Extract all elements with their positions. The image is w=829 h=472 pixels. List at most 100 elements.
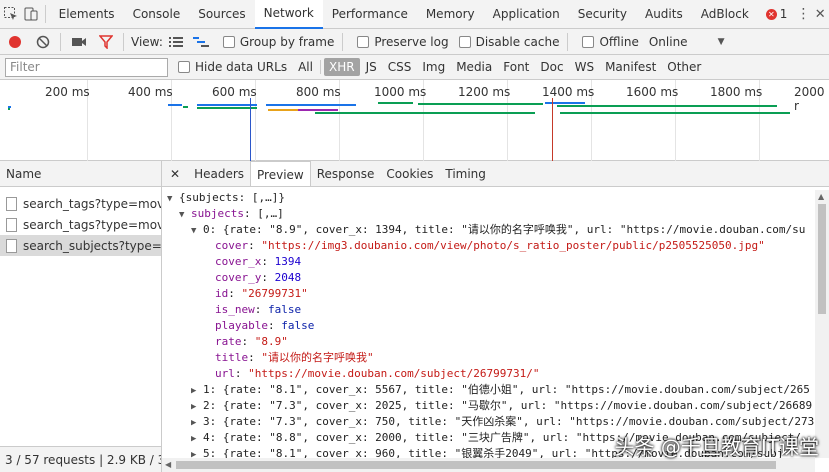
name-column-header[interactable]: Name: [0, 161, 161, 187]
request-row[interactable]: search_tags?type=movi...: [0, 193, 161, 214]
capture-screenshots-icon[interactable]: [65, 27, 93, 56]
json-key: cover_x: [215, 255, 262, 268]
throttling-select[interactable]: Online: [649, 35, 688, 49]
error-counter[interactable]: ✕ 1: [758, 7, 796, 21]
tab-timing[interactable]: Timing: [439, 161, 492, 186]
tab-memory[interactable]: Memory: [417, 0, 484, 29]
tab-security[interactable]: Security: [569, 0, 636, 29]
timeline-overview[interactable]: 200 ms 400 ms 600 ms 800 ms 1000 ms 1200…: [0, 80, 829, 161]
horizontal-scrollbar[interactable]: ◀: [162, 458, 815, 472]
offline-checkbox[interactable]: Offline: [582, 34, 639, 49]
json-key: subjects: [191, 207, 244, 220]
expand-triangle-icon[interactable]: ▶: [191, 447, 203, 458]
waterfall-bar: [298, 109, 338, 111]
filter-doc[interactable]: Doc: [535, 58, 568, 76]
expand-triangle-icon[interactable]: ▶: [191, 415, 203, 431]
filter-other[interactable]: Other: [662, 58, 706, 76]
checkbox-box: [357, 35, 370, 48]
tick-label: 1200 ms: [458, 85, 511, 99]
divider: [567, 32, 569, 51]
json-value: false: [281, 319, 315, 332]
json-key: url: [215, 367, 235, 380]
status-bar: 3 / 57 requests | 2.9 KB / 3...: [0, 446, 161, 472]
chevron-down-icon[interactable]: ▼: [718, 37, 725, 47]
scroll-thumb[interactable]: [176, 461, 776, 469]
close-devtools-icon[interactable]: ✕: [812, 0, 829, 29]
checkbox-label: Preserve log: [374, 34, 449, 49]
load-event-marker: [552, 98, 553, 161]
json-node[interactable]: ▼ subjects: [,…]: [162, 206, 815, 222]
filter-media[interactable]: Media: [451, 58, 497, 76]
inspect-element-icon[interactable]: [0, 0, 22, 29]
json-node[interactable]: ▶ 1: {rate: "8.1", cover_x: 5567, title: …: [162, 382, 815, 398]
expand-triangle-icon[interactable]: ▼: [167, 191, 179, 207]
json-property: title: "请以你的名字呼唤我": [215, 351, 374, 364]
clear-icon[interactable]: [30, 27, 56, 56]
tab-audits[interactable]: Audits: [636, 0, 692, 29]
more-options-icon[interactable]: ⋮: [795, 0, 811, 29]
json-key: rate: [215, 335, 242, 348]
expand-triangle-icon[interactable]: ▼: [179, 207, 191, 223]
scroll-thumb[interactable]: [818, 204, 826, 314]
json-preview[interactable]: ▼ {subjects: [,…]} ▼ subjects: [,…] ▼ 0: {r…: [162, 190, 815, 458]
expand-triangle-icon[interactable]: ▼: [191, 223, 203, 239]
divider: [319, 60, 321, 74]
checkbox-label: Offline: [599, 34, 639, 49]
request-row-selected[interactable]: search_subjects?type=...: [0, 235, 161, 256]
filter-xhr[interactable]: XHR: [323, 58, 360, 76]
divider: [44, 5, 46, 23]
tab-sources[interactable]: Sources: [189, 0, 254, 29]
waterfall-overview-icon[interactable]: [189, 27, 213, 56]
json-key: title: [215, 351, 249, 364]
tab-headers[interactable]: Headers: [188, 161, 250, 186]
tick-label: 400 ms: [128, 85, 173, 99]
tab-console[interactable]: Console: [124, 0, 190, 29]
expand-triangle-icon[interactable]: ▶: [191, 399, 203, 415]
checkbox-box: [458, 35, 471, 48]
request-row[interactable]: search_tags?type=movi...: [0, 214, 161, 235]
vertical-scrollbar[interactable]: ▲: [815, 190, 829, 458]
scroll-left-icon[interactable]: ◀: [165, 460, 171, 469]
json-node[interactable]: ▶ 3: {rate: "7.3", cover_x: 750, title: "…: [162, 414, 815, 430]
filter-font[interactable]: Font: [498, 58, 534, 76]
disable-cache-checkbox[interactable]: Disable cache: [458, 35, 559, 49]
tab-application[interactable]: Application: [484, 0, 569, 29]
tab-response[interactable]: Response: [311, 161, 381, 186]
json-property: cover_y: 2048: [215, 271, 302, 284]
dom-content-loaded-marker: [250, 98, 251, 161]
request-detail: ✕ Headers Preview Response Cookies Timin…: [162, 161, 829, 472]
device-toolbar-icon[interactable]: [22, 0, 41, 29]
filter-css[interactable]: CSS: [383, 58, 417, 76]
json-value: 1394: [274, 255, 302, 268]
hide-data-urls-checkbox[interactable]: Hide data URLs: [178, 60, 287, 74]
filter-input[interactable]: [5, 57, 168, 77]
waterfall-bar: [168, 104, 182, 106]
tab-cookies[interactable]: Cookies: [380, 161, 439, 186]
filter-icon[interactable]: [93, 27, 119, 56]
scroll-up-icon[interactable]: ▲: [818, 192, 824, 201]
json-root[interactable]: ▼ {subjects: [,…]}: [162, 190, 815, 206]
file-icon: [6, 217, 17, 232]
waterfall-bar: [557, 105, 777, 107]
expand-triangle-icon[interactable]: ▶: [191, 431, 203, 447]
tab-adblock[interactable]: AdBlock: [692, 0, 758, 29]
json-node[interactable]: ▼ 0: {rate: "8.9", cover_x: 1394, title: …: [162, 222, 815, 238]
close-icon[interactable]: ✕: [162, 161, 188, 186]
checkbox-box: [222, 35, 235, 48]
checkbox-label: Hide data URLs: [195, 60, 288, 74]
large-rows-icon[interactable]: [163, 27, 189, 56]
tab-performance[interactable]: Performance: [323, 0, 417, 29]
filter-img[interactable]: Img: [417, 58, 450, 76]
group-by-frame-checkbox[interactable]: Group by frame: [222, 35, 334, 49]
preserve-log-checkbox[interactable]: Preserve log: [357, 34, 449, 49]
expand-triangle-icon[interactable]: ▶: [191, 383, 203, 399]
filter-all[interactable]: All: [293, 58, 318, 76]
filter-manifest[interactable]: Manifest: [600, 58, 661, 76]
tab-elements[interactable]: Elements: [50, 0, 124, 29]
tab-preview[interactable]: Preview: [250, 161, 311, 186]
record-icon[interactable]: [0, 27, 30, 56]
json-node[interactable]: ▶ 2: {rate: "7.3", cover_x: 2025, title: …: [162, 398, 815, 414]
tab-network[interactable]: Network: [254, 0, 323, 29]
filter-ws[interactable]: WS: [570, 58, 599, 76]
filter-js[interactable]: JS: [361, 58, 382, 76]
